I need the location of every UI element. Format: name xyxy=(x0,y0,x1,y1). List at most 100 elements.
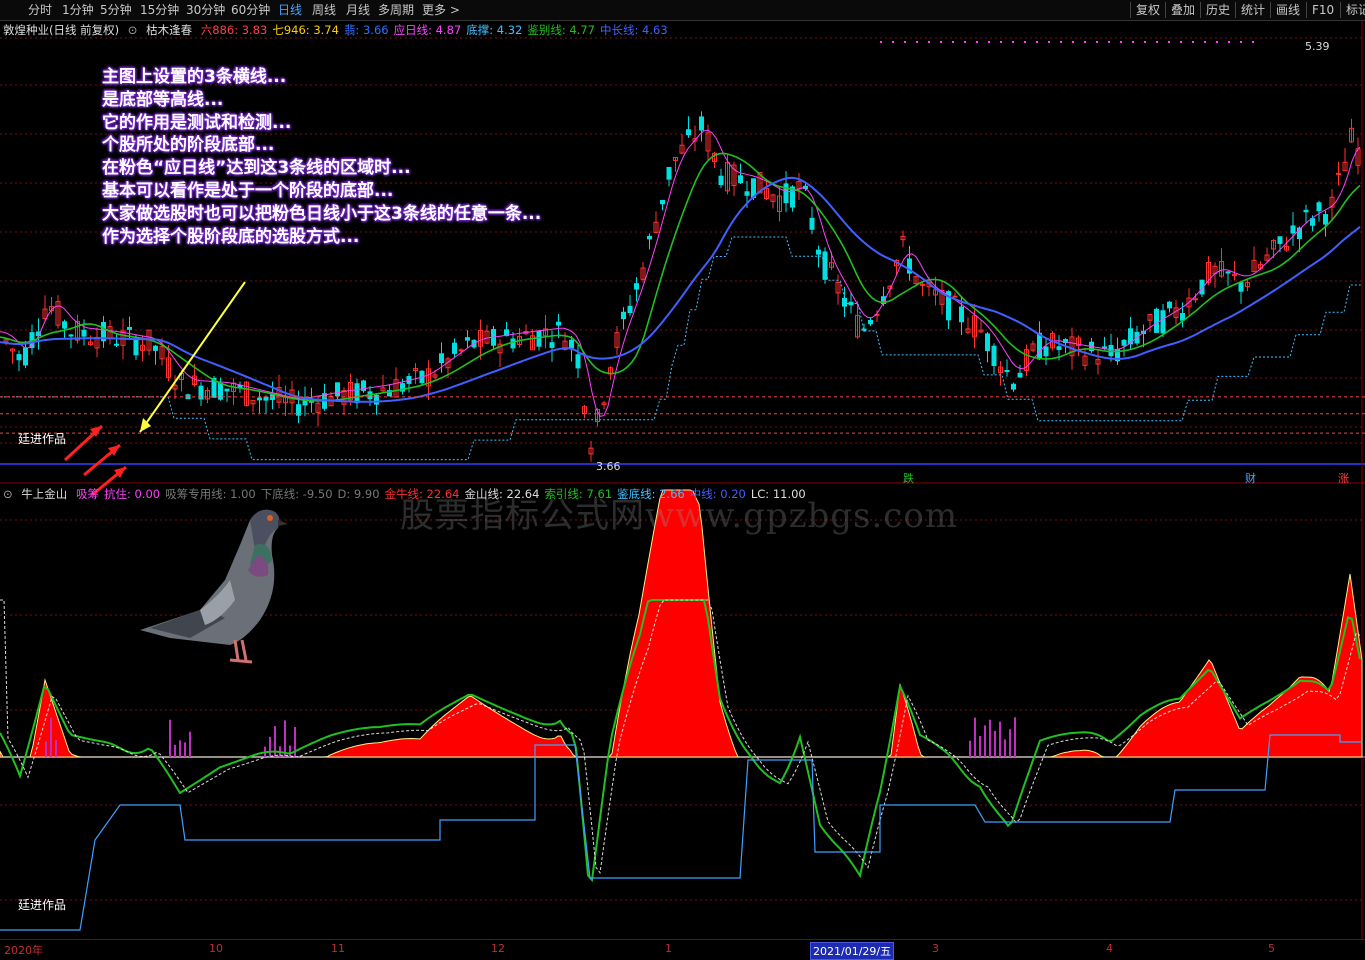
candle-body xyxy=(744,191,750,196)
sub-value-2: 吸筹专用线: 1.00 xyxy=(165,487,256,501)
candle-body xyxy=(1238,282,1244,292)
period-tab-5[interactable]: 60分钟 xyxy=(231,2,270,18)
candle-body xyxy=(991,345,997,366)
candle-body xyxy=(23,347,28,366)
candle-body xyxy=(296,404,301,416)
candle-body xyxy=(1225,271,1231,274)
candle-body xyxy=(822,251,828,280)
time-tick-5: 2021/01/29/五 xyxy=(810,942,895,960)
sub-indicator-name[interactable]: 牛上金山 xyxy=(21,487,67,501)
period-tab-10[interactable]: 更多 > xyxy=(422,2,460,18)
candle-body xyxy=(335,382,340,397)
toolbar-button-5[interactable]: F10 xyxy=(1306,2,1339,18)
period-tab-8[interactable]: 月线 xyxy=(346,2,370,18)
period-tab-4[interactable]: 30分钟 xyxy=(186,2,225,18)
pigeon-image xyxy=(140,509,288,664)
candle-body xyxy=(985,333,990,352)
candle-body xyxy=(738,175,743,184)
candle-body xyxy=(634,283,639,290)
candle-body xyxy=(1277,236,1283,244)
main-chart-info: 敦煌种业(日线 前复权) ⊙ 枯木逢春 六886: 3.83 七946: 3.74… xyxy=(3,22,678,38)
period-tab-1[interactable]: 1分钟 xyxy=(62,2,94,18)
toolbar-button-4[interactable]: 画线 xyxy=(1270,2,1305,18)
sub-value-1: 抗住: 0.00 xyxy=(103,487,161,501)
candle-body xyxy=(1037,332,1042,360)
toolbar-button-0[interactable]: 复权 xyxy=(1130,2,1165,18)
candle-body xyxy=(1043,346,1049,357)
candle-body xyxy=(816,249,821,255)
period-tab-6[interactable]: 日线 xyxy=(278,2,302,18)
low-price-label: 3.66 xyxy=(596,460,621,473)
candle-body xyxy=(1167,301,1172,309)
candle-body xyxy=(68,334,74,337)
candle-body xyxy=(114,343,119,346)
candle-body xyxy=(452,342,457,354)
watermark: 股票指标公式网www.gpzbgs.com xyxy=(400,496,959,536)
candle-body xyxy=(699,116,704,131)
time-tick-3: 12 xyxy=(491,942,505,955)
sub-value-4: D: 9.90 xyxy=(337,487,380,501)
time-tick-1: 10 xyxy=(209,942,223,955)
candle-body xyxy=(1017,372,1023,378)
candle-body xyxy=(1160,310,1166,334)
candle-body xyxy=(556,321,561,326)
candle-body xyxy=(868,320,873,325)
period-tab-7[interactable]: 周线 xyxy=(312,2,336,18)
toolbar-button-3[interactable]: 统计 xyxy=(1235,2,1270,18)
candle-body xyxy=(718,175,724,186)
period-tab-9[interactable]: 多周期 xyxy=(378,2,414,18)
annotation-line-2: 它的作用是测试和检测... xyxy=(102,112,292,133)
annotation-line-1: 是底部等高线... xyxy=(102,89,224,110)
dropdown-icon[interactable]: ⊙ xyxy=(3,487,13,501)
main-value-4: 底撑: 4.32 xyxy=(466,23,523,37)
dropdown-icon[interactable]: ⊙ xyxy=(128,23,138,37)
stock-title[interactable]: 敦煌种业(日线 前复权) xyxy=(3,23,119,37)
candle-body xyxy=(952,295,958,298)
period-tab-2[interactable]: 5分钟 xyxy=(100,2,132,18)
main-indicator-name[interactable]: 枯木逢春 xyxy=(146,23,192,37)
period-toolbar: 分时 1分钟 5分钟 15分钟 30分钟 60分钟 日线 周线 月线 多周期 更多 > 复权 叠加 历史统… xyxy=(0,0,1365,21)
sub-value-3: 下底线: -9.50 xyxy=(260,487,333,501)
annotation-line-3: 个股所处的阶段底部... xyxy=(102,135,275,156)
candle-body xyxy=(1108,344,1114,357)
signal-marker-2: 涨 xyxy=(1338,472,1349,485)
time-tick-7: 4 xyxy=(1106,942,1113,955)
author-label-main: 廷进作品 xyxy=(18,432,67,446)
candle-body xyxy=(133,338,139,356)
candle-body xyxy=(783,183,789,204)
candle-body xyxy=(842,297,847,307)
time-axis: 2020年 10 11 12 1 2021/01/29/五 3 4 5 xyxy=(0,939,1365,960)
time-tick-2: 11 xyxy=(331,942,345,955)
candle-body xyxy=(439,353,444,363)
candle-body xyxy=(627,305,633,314)
sub-value-0: 吸筹 xyxy=(75,487,99,501)
candle-body xyxy=(1121,339,1127,346)
candle-body xyxy=(920,283,925,286)
candle-body xyxy=(959,306,964,323)
candle-body xyxy=(16,354,22,361)
toolbar-button-2[interactable]: 历史 xyxy=(1200,2,1235,18)
candle-body xyxy=(510,338,516,349)
candle-body xyxy=(257,397,262,401)
main-value-3: 应日线: 4.87 xyxy=(393,23,462,37)
candle-body xyxy=(686,129,691,136)
candle-body xyxy=(263,396,269,401)
candle-body xyxy=(81,329,87,337)
candle-body xyxy=(549,342,555,348)
annotation-line-5: 基本可以看作是处于一个阶段的底部... xyxy=(102,180,394,201)
annotation-line-6: 大家做选股时也可以把粉色日线小于这3条线的任意一条... xyxy=(102,203,542,224)
toolbar-button-1[interactable]: 叠加 xyxy=(1165,2,1200,18)
period-tab-0[interactable]: 分时 xyxy=(28,2,52,18)
time-tick-0: 2020年 xyxy=(4,944,43,957)
toolbar-button-6[interactable]: 标记 xyxy=(1340,2,1365,18)
signal-marker-1: 财 xyxy=(1245,472,1256,485)
candle-body xyxy=(1193,298,1198,301)
candle-body xyxy=(62,321,67,329)
candle-body xyxy=(569,339,574,349)
main-value-2: 翡: 3.66 xyxy=(343,23,389,37)
candle-body xyxy=(1154,308,1159,333)
main-value-1: 七946: 3.74 xyxy=(272,23,339,37)
candle-body xyxy=(666,166,672,180)
period-tab-3[interactable]: 15分钟 xyxy=(140,2,179,18)
candle-body xyxy=(1323,214,1328,225)
